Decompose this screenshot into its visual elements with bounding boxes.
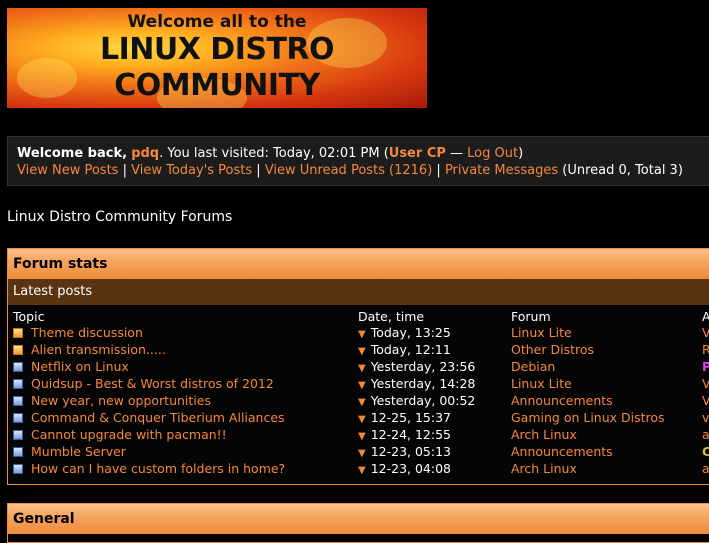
post-date: Today, 13:25: [370, 325, 451, 340]
view-new-posts-link[interactable]: View New Posts: [17, 163, 118, 178]
go-to-last-post-icon[interactable]: ▼: [358, 465, 366, 476]
forum-stats-box: Forum stats Latest posts Topic Date, tim…: [7, 248, 709, 485]
dash-separator: —: [445, 146, 468, 161]
table-row: Alien transmission..... ▼ Today, 12:11 Othe…: [8, 342, 709, 359]
post-date: Yesterday, 23:56: [370, 359, 476, 374]
hot-topic-icon: [13, 328, 23, 338]
general-header[interactable]: General: [8, 504, 709, 534]
topic-link[interactable]: How can I have custom folders in home?: [31, 461, 285, 476]
post-date: 12-24, 12:55: [370, 427, 451, 442]
go-to-last-post-icon[interactable]: ▼: [358, 363, 366, 374]
author-link[interactable]: a: [702, 461, 709, 476]
pm-counts: (Unread 0, Total 3): [562, 163, 683, 178]
username-link[interactable]: pdq: [131, 146, 159, 161]
topic-link[interactable]: Theme discussion: [31, 325, 143, 340]
post-date: Today, 12:11: [370, 342, 451, 357]
banner-line1: Welcome all to the: [127, 12, 307, 32]
post-date: 12-23, 05:13: [370, 444, 451, 459]
topic-icon: [13, 430, 23, 440]
topic-link[interactable]: Alien transmission.....: [31, 342, 166, 357]
table-row: Mumble Server ▼ 12-23, 05:13 Announcements C: [8, 444, 709, 461]
forum-link[interactable]: Debian: [511, 359, 555, 374]
go-to-last-post-icon[interactable]: ▼: [358, 329, 366, 340]
link-separator: |: [252, 163, 265, 178]
topic-icon: [13, 379, 23, 389]
banner-line3: COMMUNITY: [114, 68, 320, 103]
col-date: Date, time: [358, 309, 425, 324]
table-row: Cannot upgrade with pacman!! ▼ 12-24, 12:5…: [8, 427, 709, 444]
go-to-last-post-icon[interactable]: ▼: [358, 397, 366, 408]
topic-icon: [13, 362, 23, 372]
view-unread-posts-link[interactable]: View Unread Posts (1216): [265, 163, 432, 178]
post-date: Yesterday, 14:28: [370, 376, 476, 391]
welcome-line: Welcome back, pdq. You last visited: Tod…: [17, 145, 707, 162]
author-link[interactable]: R: [702, 342, 709, 357]
page-title: Linux Distro Community Forums: [7, 209, 233, 225]
forum-link[interactable]: Announcements: [511, 444, 613, 459]
general-box: General: [7, 503, 709, 543]
forum-stats-header[interactable]: Forum stats: [8, 249, 709, 279]
link-separator: |: [432, 163, 445, 178]
go-to-last-post-icon[interactable]: ▼: [358, 431, 366, 442]
topic-icon: [13, 464, 23, 474]
forum-link[interactable]: Arch Linux: [511, 461, 577, 476]
author-link[interactable]: a: [702, 427, 709, 442]
author-link[interactable]: V: [702, 376, 709, 391]
author-link[interactable]: C: [702, 444, 709, 459]
table-row: Command & Conquer Tiberium Alliances ▼ 12-…: [8, 410, 709, 427]
forum-link[interactable]: Announcements: [511, 393, 613, 408]
private-messages-link[interactable]: Private Messages: [445, 163, 558, 178]
last-visited-text: . You last visited: Today, 02:01 PM (: [159, 146, 389, 161]
col-topic: Topic: [13, 309, 45, 324]
go-to-last-post-icon[interactable]: ▼: [358, 414, 366, 425]
table-row: Quidsup - Best & Worst distros of 2012 ▼ Y…: [8, 376, 709, 393]
author-link[interactable]: v: [702, 410, 709, 425]
col-forum: Forum: [511, 309, 551, 324]
topic-icon: [13, 447, 23, 457]
forum-link[interactable]: Gaming on Linux Distros: [511, 410, 665, 425]
forum-link[interactable]: Arch Linux: [511, 427, 577, 442]
column-headers: Topic Date, time Forum A: [8, 309, 709, 325]
forum-link[interactable]: Other Distros: [511, 342, 594, 357]
welcome-greeting: Welcome back,: [17, 146, 128, 161]
go-to-last-post-icon[interactable]: ▼: [358, 346, 366, 357]
topic-link[interactable]: New year, new opportunities: [31, 393, 211, 408]
author-link[interactable]: V: [702, 393, 709, 408]
col-author: A: [702, 309, 709, 324]
welcome-panel: Welcome back, pdq. You last visited: Tod…: [7, 136, 709, 186]
topic-icon: [13, 413, 23, 423]
table-row: How can I have custom folders in home? ▼ 1…: [8, 461, 709, 478]
post-date: 12-25, 15:37: [370, 410, 451, 425]
author-link[interactable]: P: [702, 359, 709, 374]
topic-link[interactable]: Cannot upgrade with pacman!!: [31, 427, 227, 442]
post-date: Yesterday, 00:52: [370, 393, 476, 408]
quick-links: View New Posts | View Today's Posts | Vi…: [17, 162, 707, 179]
link-separator: |: [118, 163, 132, 178]
author-link[interactable]: V: [702, 325, 709, 340]
topic-icon: [13, 396, 23, 406]
forum-link[interactable]: Linux Lite: [511, 376, 572, 391]
latest-posts-list: Theme discussion ▼ Today, 13:25 Linux Lite V…: [8, 325, 709, 478]
topic-link[interactable]: Quidsup - Best & Worst distros of 2012: [31, 376, 274, 391]
table-row: Netflix on Linux ▼ Yesterday, 23:56 Debian P: [8, 359, 709, 376]
view-todays-posts-link[interactable]: View Today's Posts: [131, 163, 252, 178]
topic-link[interactable]: Netflix on Linux: [31, 359, 129, 374]
banner-line2: LINUX DISTRO: [99, 32, 335, 67]
close-paren: ): [518, 146, 524, 161]
forum-link[interactable]: Linux Lite: [511, 325, 572, 340]
hot-topic-icon: [13, 345, 23, 355]
logout-link[interactable]: Log Out: [467, 146, 518, 161]
latest-posts-header: Latest posts: [8, 279, 709, 305]
go-to-last-post-icon[interactable]: ▼: [358, 448, 366, 459]
topic-link[interactable]: Command & Conquer Tiberium Alliances: [31, 410, 285, 425]
table-row: Theme discussion ▼ Today, 13:25 Linux Lite V: [8, 325, 709, 342]
go-to-last-post-icon[interactable]: ▼: [358, 380, 366, 391]
topic-link[interactable]: Mumble Server: [31, 444, 126, 459]
user-cp-link[interactable]: User CP: [389, 146, 446, 161]
site-banner-logo[interactable]: Welcome all to the LINUX DISTRO COMMUNIT…: [7, 8, 427, 108]
table-row: New year, new opportunities ▼ Yesterday, 0…: [8, 393, 709, 410]
post-date: 12-23, 04:08: [370, 461, 451, 476]
